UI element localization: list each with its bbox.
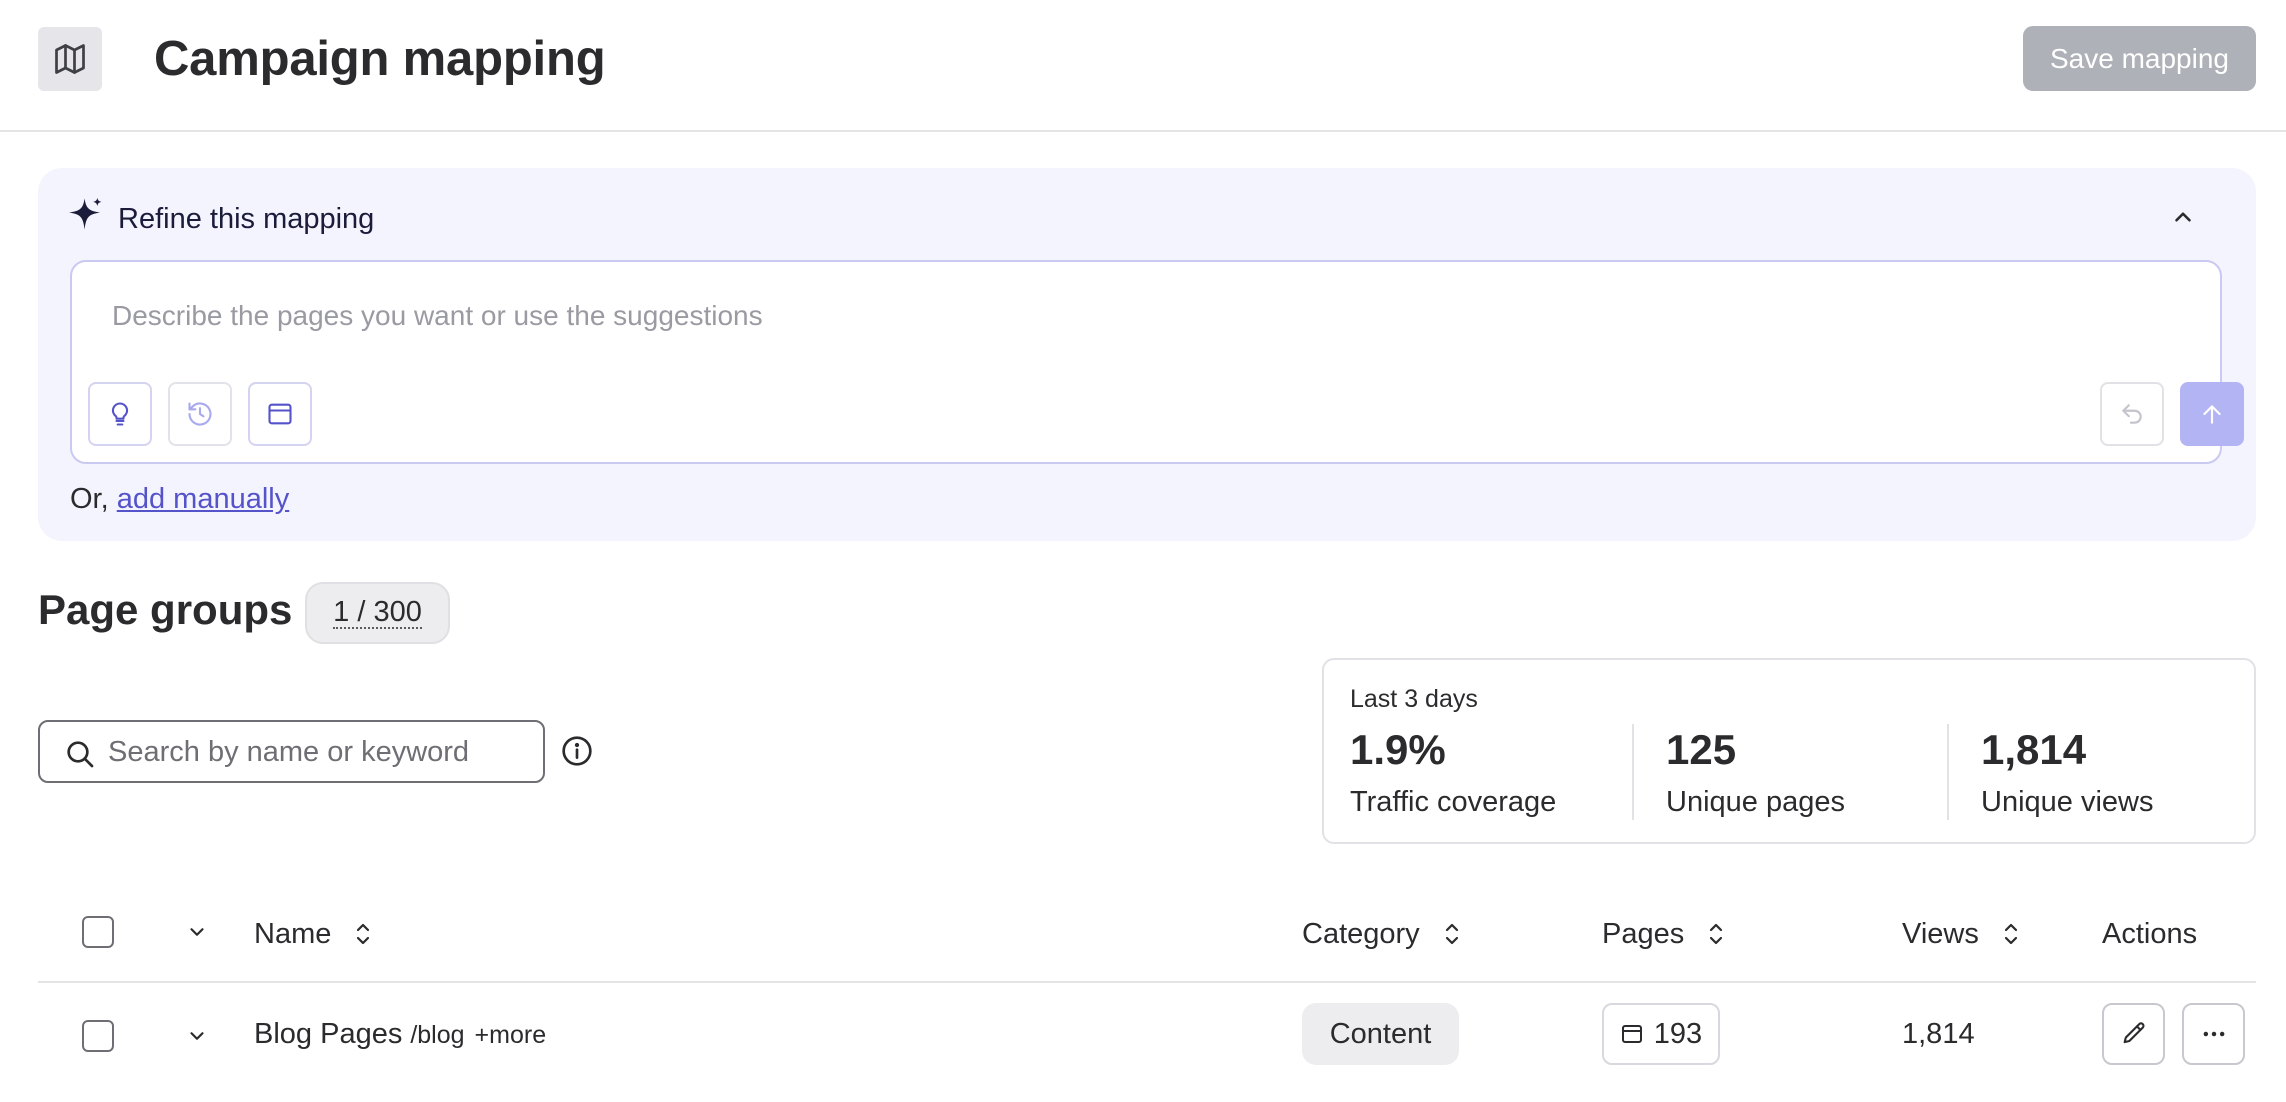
undo-icon xyxy=(2122,404,2142,424)
stat-value: 1,814 xyxy=(1981,726,2087,773)
column-label: Views xyxy=(1902,918,1979,950)
stat-label: Unique views xyxy=(1981,786,2154,818)
history-icon xyxy=(188,402,212,426)
map-icon xyxy=(55,44,85,74)
page-groups-title: Page groups xyxy=(38,586,293,633)
column-views-header[interactable]: Views xyxy=(1902,916,2021,952)
refine-prompt-input[interactable] xyxy=(112,300,1912,332)
stat-divider xyxy=(1632,724,1634,820)
table-row: Blog Pages /blog +more Content 193 1,814 xyxy=(38,985,2256,1085)
category-badge: Content xyxy=(1302,1003,1459,1065)
row-checkbox[interactable] xyxy=(82,1020,114,1052)
add-manually-line: Or, add manually xyxy=(70,481,289,517)
stat-value: 1.9% xyxy=(1350,726,1446,773)
group-count-badge: 1 / 300 xyxy=(305,582,450,644)
column-label: Name xyxy=(254,918,332,950)
column-label: Actions xyxy=(2102,918,2198,950)
pages-button[interactable]: 193 xyxy=(1602,1003,1720,1065)
search-field[interactable] xyxy=(38,720,545,783)
submit-button[interactable] xyxy=(2180,382,2244,446)
table-header: Name Category Pages Views Actions xyxy=(38,898,2256,983)
page-header: Campaign mapping Save mapping xyxy=(0,0,2286,132)
arrow-up-icon xyxy=(2203,405,2221,424)
search-input[interactable] xyxy=(108,734,528,770)
search-icon xyxy=(67,741,94,768)
add-manually-link[interactable]: add manually xyxy=(117,483,290,515)
more-horizontal-icon xyxy=(2203,1031,2224,1037)
chevron-down-icon[interactable] xyxy=(186,1025,208,1047)
save-mapping-button[interactable]: Save mapping xyxy=(2023,26,2256,91)
refine-title: Refine this mapping xyxy=(118,203,375,235)
column-actions-header: Actions xyxy=(2102,916,2197,952)
stat-label: Traffic coverage xyxy=(1350,786,1557,818)
stats-period: Last 3 days xyxy=(1350,685,1478,713)
row-name-cell: Blog Pages /blog +more xyxy=(254,1016,546,1053)
stat-traffic-coverage: 1.9% Traffic coverage xyxy=(1350,724,1556,822)
pencil-icon xyxy=(2123,1022,2144,1044)
pages-count: 193 xyxy=(1653,1017,1703,1050)
group-count: 1 / 300 xyxy=(333,596,422,629)
stat-unique-views: 1,814 Unique views xyxy=(1981,724,2153,822)
sparkle-icon xyxy=(69,197,102,230)
views-value: 1,814 xyxy=(1902,1018,1975,1050)
undo-button[interactable] xyxy=(2100,382,2164,446)
column-name-header[interactable]: Name xyxy=(254,916,373,952)
stat-value: 125 xyxy=(1666,726,1737,773)
stats-card: Last 3 days 1.9% Traffic coverage 125 Un… xyxy=(1322,658,2256,844)
row-name: Blog Pages xyxy=(254,1018,403,1050)
suggestions-button[interactable] xyxy=(88,382,152,446)
page-title: Campaign mapping xyxy=(154,32,606,86)
or-text: Or, xyxy=(70,483,117,515)
row-path: /blog xyxy=(410,1021,465,1049)
chevron-down-icon[interactable] xyxy=(186,921,208,943)
column-pages-header[interactable]: Pages xyxy=(1602,916,1726,952)
stat-divider xyxy=(1947,724,1949,820)
more-actions-button[interactable] xyxy=(2182,1003,2245,1065)
sort-icon xyxy=(2004,923,2017,945)
select-all-checkbox[interactable] xyxy=(82,916,114,948)
refine-panel: Refine this mapping Describe the pages y… xyxy=(38,168,2256,541)
column-category-header[interactable]: Category xyxy=(1302,916,1462,952)
column-label: Pages xyxy=(1602,918,1685,950)
column-label: Category xyxy=(1302,918,1420,950)
lightbulb-icon xyxy=(111,402,129,426)
browser-window-icon xyxy=(1621,1025,1642,1043)
history-button[interactable] xyxy=(168,382,232,446)
browser-window-icon xyxy=(268,403,292,425)
prompt-box xyxy=(70,260,2244,464)
page-picker-button[interactable] xyxy=(248,382,312,446)
stat-unique-pages: 125 Unique pages xyxy=(1666,724,1845,822)
stat-label: Unique pages xyxy=(1666,786,1845,818)
edit-button[interactable] xyxy=(2102,1003,2165,1065)
map-icon-button[interactable] xyxy=(38,27,102,91)
sort-icon xyxy=(357,923,370,945)
info-icon[interactable] xyxy=(561,735,593,767)
sort-icon xyxy=(1710,923,1723,945)
sort-icon xyxy=(1445,923,1458,945)
row-more-link[interactable]: +more xyxy=(475,1017,547,1053)
chevron-up-icon[interactable] xyxy=(2170,204,2196,230)
